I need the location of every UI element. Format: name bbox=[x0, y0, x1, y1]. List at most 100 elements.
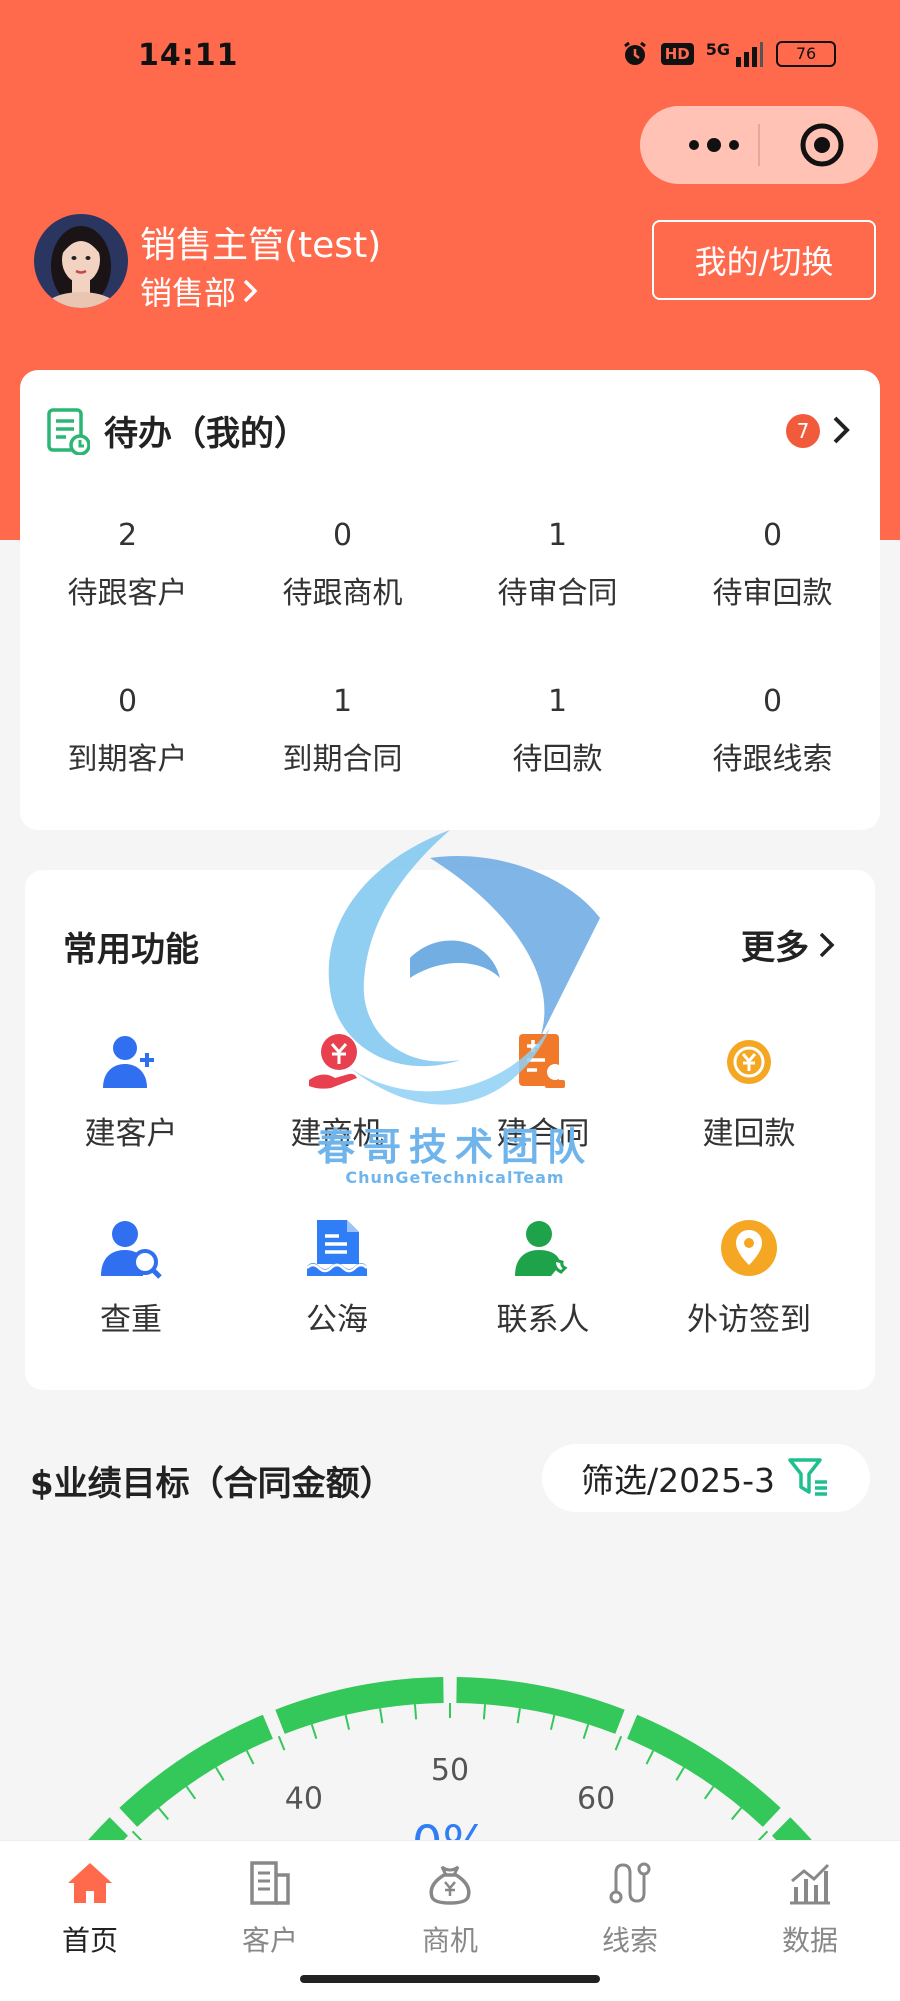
payment-icon bbox=[727, 1040, 771, 1084]
tab-opportunities[interactable]: 商机 bbox=[360, 1859, 540, 1959]
function-label: 建回款 bbox=[702, 1116, 796, 1152]
todo-grid: 2 待跟客户 0 待跟商机 1 待审合同 0 待审回款 0 到期客户 1 到期合… bbox=[20, 516, 880, 816]
location-pin-icon bbox=[721, 1220, 777, 1276]
todo-item-expiring-contracts[interactable]: 1 到期合同 bbox=[235, 682, 450, 778]
function-label: 公海 bbox=[306, 1302, 368, 1338]
duplicate-check-button[interactable]: 查重 bbox=[25, 1216, 237, 1339]
tab-label: 首页 bbox=[61, 1924, 118, 1957]
gauge-tick bbox=[185, 1785, 197, 1800]
gauge-tick bbox=[277, 1735, 286, 1751]
function-label: 查重 bbox=[100, 1302, 162, 1338]
todo-title: 待办（我的） bbox=[104, 414, 308, 454]
contacts-button[interactable]: 联系人 bbox=[437, 1216, 649, 1339]
duplicate-search-icon bbox=[101, 1221, 162, 1279]
create-opportunity-button[interactable]: 建商机 bbox=[231, 1030, 443, 1153]
chevron-right-icon bbox=[819, 932, 835, 957]
close-miniprogram-icon[interactable] bbox=[798, 121, 846, 169]
filter-icon bbox=[788, 1458, 827, 1496]
todo-label: 待审回款 bbox=[712, 576, 833, 611]
contract-icon bbox=[519, 1034, 565, 1088]
department-selector[interactable]: 销售部 bbox=[140, 268, 260, 314]
todo-label: 到期合同 bbox=[282, 742, 403, 777]
todo-count: 0 bbox=[762, 518, 783, 553]
functions-title: 常用功能 bbox=[63, 930, 199, 970]
todo-count: 0 bbox=[332, 518, 353, 553]
gauge-tick bbox=[549, 1714, 556, 1730]
chevron-right-icon bbox=[243, 279, 258, 303]
gauge-arc-segment bbox=[627, 1714, 781, 1827]
status-icons: HD 5G 76 bbox=[621, 40, 836, 68]
alarm-icon bbox=[623, 41, 646, 65]
todo-label: 到期客户 bbox=[67, 742, 188, 777]
todo-item-follow-customers[interactable]: 2 待跟客户 bbox=[20, 516, 235, 612]
todo-item-review-payments[interactable]: 0 待审回款 bbox=[665, 516, 880, 612]
function-label: 建商机 bbox=[290, 1116, 384, 1152]
todo-item-follow-opportunities[interactable]: 0 待跟商机 bbox=[235, 516, 450, 612]
user-name: 销售主管(test) bbox=[140, 225, 382, 266]
chevron-right-icon[interactable] bbox=[830, 412, 852, 448]
filter-label: 筛选/2025-3 bbox=[580, 1461, 775, 1500]
department-label: 销售部 bbox=[140, 274, 237, 312]
performance-gauge: 3040506070 0% bbox=[71, 1677, 829, 1860]
my-switch-button[interactable]: 我的/切换 bbox=[652, 220, 876, 300]
function-label: 建客户 bbox=[84, 1116, 178, 1152]
todo-count: 1 bbox=[547, 518, 568, 553]
todo-item-pending-payments[interactable]: 1 待回款 bbox=[450, 682, 665, 778]
tab-data[interactable]: 数据 bbox=[720, 1859, 900, 1959]
tab-label: 客户 bbox=[241, 1924, 298, 1957]
todo-count: 2 bbox=[117, 518, 138, 553]
tab-customers[interactable]: 客户 bbox=[180, 1859, 360, 1959]
visit-checkin-button[interactable]: 外访签到 bbox=[643, 1216, 855, 1339]
gauge-tick bbox=[215, 1766, 225, 1781]
gauge-arc-segment bbox=[275, 1677, 444, 1734]
todo-label: 待回款 bbox=[512, 742, 603, 777]
public-pool-button[interactable]: 公海 bbox=[231, 1216, 443, 1339]
function-label: 建合同 bbox=[496, 1116, 590, 1152]
todo-item-follow-leads[interactable]: 0 待跟线索 bbox=[665, 682, 880, 778]
signal-icon bbox=[736, 42, 763, 67]
gauge-tick bbox=[516, 1708, 521, 1724]
tab-leads[interactable]: 线索 bbox=[540, 1859, 720, 1959]
create-payment-button[interactable]: 建回款 bbox=[643, 1030, 855, 1153]
gauge-tick bbox=[582, 1724, 590, 1739]
hd-icon: HD bbox=[660, 43, 694, 65]
gauge-tick bbox=[344, 1714, 351, 1730]
home-indicator bbox=[300, 1975, 600, 1983]
function-label: 外访签到 bbox=[687, 1302, 811, 1338]
gauge-tick bbox=[675, 1766, 685, 1781]
gauge-tick bbox=[157, 1807, 170, 1821]
create-contract-button[interactable]: 建合同 bbox=[437, 1030, 649, 1153]
gauge-tick bbox=[245, 1750, 255, 1765]
filter-button[interactable]: 筛选/2025-3 bbox=[542, 1444, 870, 1512]
battery-icon: 76 bbox=[776, 41, 836, 67]
todo-label: 待跟客户 bbox=[67, 576, 188, 611]
todo-item-review-contracts[interactable]: 1 待审合同 bbox=[450, 516, 665, 612]
gauge-tick bbox=[730, 1807, 743, 1821]
gauge-tick-label: 50 bbox=[431, 1753, 469, 1788]
todo-item-expiring-customers[interactable]: 0 到期客户 bbox=[20, 682, 235, 778]
more-options-icon[interactable] bbox=[674, 124, 764, 166]
route-icon bbox=[609, 1862, 651, 1904]
create-customer-button[interactable]: 建客户 bbox=[25, 1030, 237, 1153]
gauge-arc-segment bbox=[456, 1677, 625, 1734]
home-icon bbox=[68, 1863, 112, 1903]
public-pool-icon bbox=[306, 1220, 368, 1276]
tab-label: 数据 bbox=[781, 1924, 838, 1957]
status-bar: 14:11 HD 5G 76 bbox=[0, 0, 900, 112]
network-label: 5G bbox=[705, 40, 730, 59]
common-functions-card: 常用功能 更多 建客户 建商机 建合同 建回款 查重 公海 联系人 外访签到 bbox=[25, 870, 875, 1390]
todo-count: 1 bbox=[332, 684, 353, 719]
tab-label: 商机 bbox=[421, 1924, 478, 1957]
more-label: 更多 bbox=[741, 928, 809, 968]
avatar[interactable] bbox=[34, 214, 128, 308]
more-functions-link[interactable]: 更多 bbox=[741, 920, 837, 969]
todo-header[interactable]: 待办（我的） bbox=[46, 406, 308, 455]
gauge-arc-segment bbox=[119, 1714, 273, 1827]
todo-count: 0 bbox=[117, 684, 138, 719]
contact-icon bbox=[515, 1221, 568, 1276]
todo-card: 待办（我的） 7 2 待跟客户 0 待跟商机 1 待审合同 0 待审回款 0 到… bbox=[20, 370, 880, 830]
tab-home[interactable]: 首页 bbox=[0, 1859, 180, 1959]
tab-label: 线索 bbox=[601, 1924, 658, 1957]
todo-label: 待审合同 bbox=[497, 576, 618, 611]
gauge-tick-label: 40 bbox=[285, 1781, 323, 1816]
